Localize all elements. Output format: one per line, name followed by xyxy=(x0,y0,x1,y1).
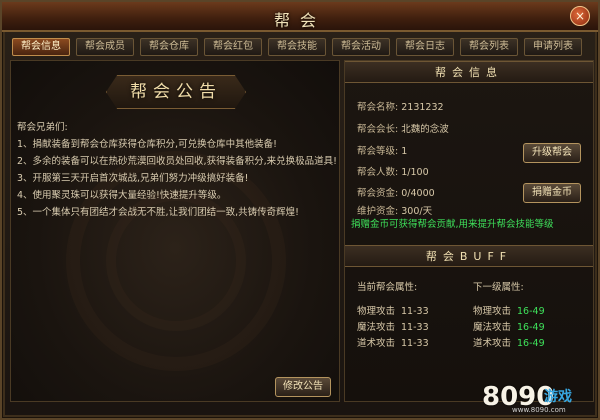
buff-label: 魔法攻击 xyxy=(357,322,396,333)
guild-members-value: 1/100 xyxy=(401,167,429,178)
current-buff-tao: 道术攻击 11-33 xyxy=(357,335,429,349)
notice-line: 1、捐献装备到帮会仓库获得仓库积分,可兑换仓库中其他装备! xyxy=(17,139,277,150)
guild-funds-value: 0/4000 xyxy=(401,188,435,199)
buff-label: 魔法攻击 xyxy=(473,322,512,333)
info-row-maintenance: 维护资金: 300/天 xyxy=(357,203,432,217)
tab-bar: 帮会信息 帮会成员 帮会仓库 帮会红包 帮会技能 帮会活动 帮会日志 帮会列表 … xyxy=(12,38,592,56)
site-watermark-logo: 8090 游戏 www.8090.com xyxy=(482,380,592,416)
buff-value: 11-33 xyxy=(401,338,429,349)
current-buff-magic: 魔法攻击 11-33 xyxy=(357,319,429,333)
guild-level-value: 1 xyxy=(401,146,408,157)
guild-info-header: 帮会信息 xyxy=(345,61,593,83)
window-title: 帮会 xyxy=(273,11,326,30)
info-panel: 帮会信息 帮会名称: 2131232 帮会会长: 北魏的念波 帮会等级: 1 帮… xyxy=(344,60,594,402)
info-row-name: 帮会名称: 2131232 xyxy=(357,99,444,113)
tab-guild-events[interactable]: 帮会活动 xyxy=(332,38,390,56)
tab-guild-members[interactable]: 帮会成员 xyxy=(76,38,134,56)
buff-value: 11-33 xyxy=(401,306,429,317)
title-bar[interactable]: 帮会 × xyxy=(2,2,598,32)
current-buff-title: 当前帮会属性: xyxy=(357,282,418,293)
notice-line: 4、使用聚灵珠可以获得大量经验!快速提升等级。 xyxy=(17,190,227,201)
tab-guild-info[interactable]: 帮会信息 xyxy=(12,38,70,56)
watermark-url: www.8090.com xyxy=(512,406,566,414)
buff-value: 16-49 xyxy=(517,306,545,317)
buff-header: 帮会BUFF xyxy=(345,245,593,267)
notice-line: 5、一个集体只有团结才会战无不胜,让我们团结一致,共铸传奇辉煌! xyxy=(17,207,299,218)
notice-line: 帮会兄弟们: xyxy=(17,122,68,133)
info-label: 帮会人数: xyxy=(357,167,399,178)
info-row-members: 帮会人数: 1/100 xyxy=(357,164,429,178)
buff-label: 道术攻击 xyxy=(473,338,512,349)
edit-notice-button[interactable]: 修改公告 xyxy=(275,377,331,397)
current-buff-physical: 物理攻击 11-33 xyxy=(357,303,429,317)
guild-name-value: 2131232 xyxy=(401,102,444,113)
info-row-leader: 帮会会长: 北魏的念波 xyxy=(357,121,449,135)
info-label: 帮会等级: xyxy=(357,146,399,157)
tab-guild-warehouse[interactable]: 帮会仓库 xyxy=(140,38,198,56)
notice-banner: 帮会公告 xyxy=(106,75,246,109)
close-icon[interactable]: × xyxy=(570,6,590,26)
notice-text: 帮会兄弟们: 1、捐献装备到帮会仓库获得仓库积分,可兑换仓库中其他装备! 2、多… xyxy=(17,119,337,221)
buff-value: 16-49 xyxy=(517,338,545,349)
donate-gold-button[interactable]: 捐赠金币 xyxy=(523,183,581,203)
tab-guild-log[interactable]: 帮会日志 xyxy=(396,38,454,56)
watermark-text: 游戏 xyxy=(544,389,572,405)
upgrade-guild-button[interactable]: 升级帮会 xyxy=(523,143,581,163)
guild-leader-value: 北魏的念波 xyxy=(401,124,449,135)
notice-line: 2、多余的装备可以在热砂荒漠回收员处回收,获得装备积分,来兑换极品道具! xyxy=(17,156,337,167)
next-buff-magic: 魔法攻击 16-49 xyxy=(473,319,545,333)
buff-label: 道术攻击 xyxy=(357,338,396,349)
next-buff-physical: 物理攻击 16-49 xyxy=(473,303,545,317)
info-row-funds: 帮会资金: 0/4000 xyxy=(357,185,435,199)
info-row-level: 帮会等级: 1 xyxy=(357,143,407,157)
info-label: 帮会资金: xyxy=(357,188,399,199)
next-buff-tao: 道术攻击 16-49 xyxy=(473,335,545,349)
buff-value: 16-49 xyxy=(517,322,545,333)
buff-label: 物理攻击 xyxy=(357,306,396,317)
tab-guild-redpacket[interactable]: 帮会红包 xyxy=(204,38,262,56)
buff-label: 物理攻击 xyxy=(473,306,512,317)
tab-application-list[interactable]: 申请列表 xyxy=(524,38,582,56)
tab-guild-skills[interactable]: 帮会技能 xyxy=(268,38,326,56)
buff-value: 11-33 xyxy=(401,322,429,333)
info-label: 帮会名称: xyxy=(357,102,399,113)
guild-window: 帮会 × 帮会信息 帮会成员 帮会仓库 帮会红包 帮会技能 帮会活动 帮会日志 … xyxy=(0,0,600,420)
donate-hint: 捐赠金币可获得帮会贡献,用来提升帮会技能等级 xyxy=(351,219,554,230)
notice-line: 3、开服第三天开启首次城战,兄弟们努力冲级搞好装备! xyxy=(17,173,249,184)
notice-panel: 帮会公告 帮会兄弟们: 1、捐献装备到帮会仓库获得仓库积分,可兑换仓库中其他装备… xyxy=(10,60,340,402)
tab-guild-list[interactable]: 帮会列表 xyxy=(460,38,518,56)
info-label: 帮会会长: xyxy=(357,124,399,135)
next-buff-title: 下一级属性: xyxy=(473,282,524,293)
